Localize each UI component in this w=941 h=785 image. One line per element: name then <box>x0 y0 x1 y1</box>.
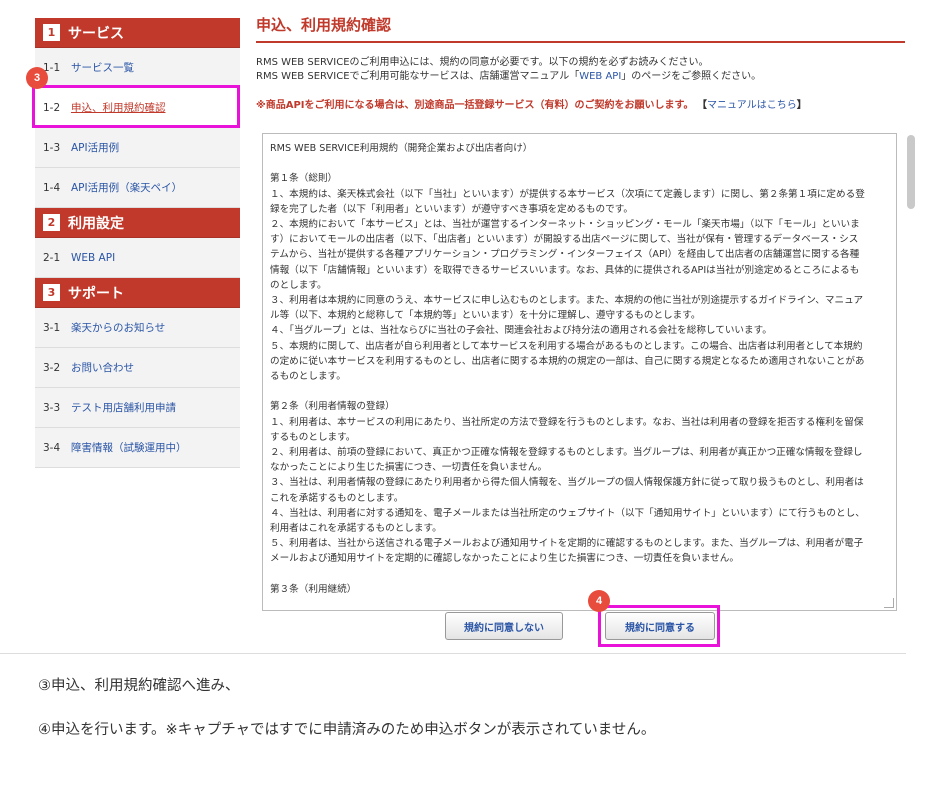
web-api-link[interactable]: WEB API <box>579 71 621 82</box>
item-label[interactable]: API活用例（楽天ペイ） <box>71 180 182 195</box>
notice-text: ※商品APIをご利用になる場合は、別途商品一括登録サービス（有料）のご契約をお願… <box>256 100 694 111</box>
caption-step3: ③申込、利用規約確認へ進み、 <box>38 678 240 694</box>
item-number: 3-4 <box>43 441 61 454</box>
item-label[interactable]: WEB API <box>71 252 115 264</box>
sidebar-item-incidents[interactable]: 3-4 障害情報（試験運用中） <box>35 428 240 468</box>
notice-bracket-close: 】 <box>796 100 807 111</box>
sidebar-item-api-examples-pay[interactable]: 1-4 API活用例（楽天ペイ） <box>35 168 240 208</box>
item-label[interactable]: サービス一覧 <box>71 60 134 75</box>
item-number: 1-3 <box>43 141 61 154</box>
item-label[interactable]: お問い合わせ <box>71 360 134 375</box>
intro-line-2-pre: RMS WEB SERVICEでご利用可能なサービスは、店舗運営マニュアル「 <box>256 71 580 82</box>
sidebar-item-service-list[interactable]: 1-1 サービス一覧 <box>35 48 240 88</box>
terms-textarea[interactable]: RMS WEB SERVICE利用規約（開発企業および出店者向け） 第１条（総則… <box>262 133 897 611</box>
resize-handle-icon[interactable] <box>884 598 894 608</box>
caption-step4: ④申込を行います。※キャプチャではすでに申請済みのため申込ボタンが表示されていま… <box>38 722 656 738</box>
item-number: 3-3 <box>43 401 61 414</box>
sidebar-item-notices[interactable]: 3-1 楽天からのお知らせ <box>35 308 240 348</box>
section-number: 3 <box>43 284 60 301</box>
section-number: 1 <box>43 24 60 41</box>
item-number: 1-4 <box>43 181 61 194</box>
manual-link[interactable]: マニュアルはこちら <box>707 100 797 111</box>
page-title: 申込、利用規約確認 <box>256 14 905 43</box>
sidebar-item-api-examples[interactable]: 1-3 API活用例 <box>35 128 240 168</box>
terms-scrollbar[interactable] <box>907 135 915 209</box>
item-label[interactable]: 障害情報（試験運用中） <box>71 440 187 455</box>
intro-line-2: RMS WEB SERVICEでご利用可能なサービスは、店舗運営マニュアル「WE… <box>256 70 761 84</box>
section-title: サポート <box>68 285 124 302</box>
item-label[interactable]: API活用例 <box>71 140 119 155</box>
section-header-service: 1 サービス <box>35 18 240 48</box>
step4-badge: 4 <box>588 590 610 612</box>
product-api-notice: ※商品APIをご利用になる場合は、別途商品一括登録サービス（有料）のご契約をお願… <box>256 96 807 111</box>
terms-text: RMS WEB SERVICE利用規約（開発企業および出店者向け） 第１条（総則… <box>270 143 865 595</box>
intro-text: RMS WEB SERVICEのご利用申込には、規約の同意が必要です。以下の規約… <box>256 56 761 84</box>
step3-highlight-box <box>32 85 240 128</box>
notice-bracket-open: 【 <box>697 100 707 111</box>
disagree-button[interactable]: 規約に同意しない <box>445 612 563 640</box>
item-label[interactable]: テスト用店舗利用申請 <box>71 400 176 415</box>
intro-line-1: RMS WEB SERVICEのご利用申込には、規約の同意が必要です。以下の規約… <box>256 57 709 68</box>
item-label[interactable]: 楽天からのお知らせ <box>71 320 165 335</box>
item-number: 3-1 <box>43 321 61 334</box>
section-header-support: 3 サポート <box>35 278 240 308</box>
section-number: 2 <box>43 214 60 231</box>
section-title: サービス <box>68 25 124 42</box>
item-number: 2-1 <box>43 251 61 264</box>
sidebar-item-test-shop[interactable]: 3-3 テスト用店舗利用申請 <box>35 388 240 428</box>
sidebar-item-web-api[interactable]: 2-1 WEB API <box>35 238 240 278</box>
item-number: 3-2 <box>43 361 61 374</box>
step4-highlight-box <box>598 605 720 647</box>
sidebar-item-contact[interactable]: 3-2 お問い合わせ <box>35 348 240 388</box>
divider <box>0 653 906 654</box>
section-title: 利用設定 <box>68 215 124 232</box>
intro-line-2-post: 」のページをご参照ください。 <box>621 71 762 82</box>
step3-badge: 3 <box>26 67 48 89</box>
section-header-settings: 2 利用設定 <box>35 208 240 238</box>
